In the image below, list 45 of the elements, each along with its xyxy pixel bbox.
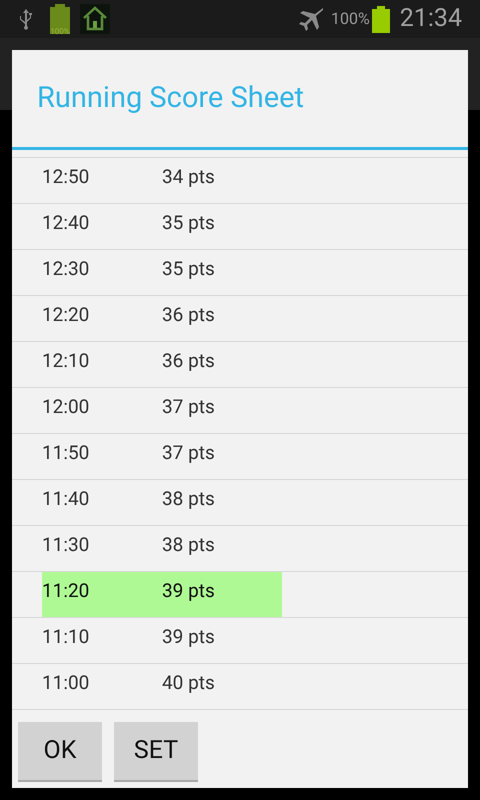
score-row[interactable]: 12:30 35 pts xyxy=(42,250,282,295)
dialog-button[interactable]: SET xyxy=(114,722,198,782)
score-text: 35 pts xyxy=(162,210,215,236)
time-text: 12:30 xyxy=(42,256,90,282)
battery-icon xyxy=(372,6,390,32)
home-icon xyxy=(80,4,110,34)
time-text: 11:00 xyxy=(42,670,90,696)
time-text: 11:50 xyxy=(42,440,90,466)
score-row[interactable]: 11:40 38 pts xyxy=(42,480,282,525)
score-row[interactable]: 12:20 36 pts xyxy=(42,296,282,341)
time-text: 11:40 xyxy=(42,486,90,512)
score-row[interactable]: 12:00 37 pts xyxy=(42,388,282,433)
score-text: 35 pts xyxy=(162,256,215,282)
score-row[interactable]: 11:00 40 pts xyxy=(42,664,282,709)
score-row[interactable]: 12:40 35 pts xyxy=(42,204,282,249)
score-row[interactable]: 12:50 34 pts xyxy=(42,158,282,203)
score-row[interactable]: 12:10 36 pts xyxy=(42,342,282,387)
clock-time: 21:34 xyxy=(400,3,462,36)
dialog-button[interactable]: OK xyxy=(18,722,102,782)
score-text: 36 pts xyxy=(162,348,215,374)
time-text: 12:00 xyxy=(42,394,90,420)
dialog-title: Running Score Sheet xyxy=(37,84,304,113)
score-row[interactable]: 11:50 37 pts xyxy=(42,434,282,479)
time-text: 12:40 xyxy=(42,210,90,236)
score-text: 36 pts xyxy=(162,302,215,328)
score-row[interactable]: 11:30 38 pts xyxy=(42,526,282,571)
usb-icon xyxy=(18,8,34,30)
score-text: 37 pts xyxy=(162,394,215,420)
battery-percent: 100% xyxy=(331,8,370,30)
time-text: 12:50 xyxy=(42,164,90,190)
score-text: 39 pts xyxy=(162,578,215,604)
time-text: 11:30 xyxy=(42,532,90,558)
selected-row[interactable]: 11:20 39 pts xyxy=(42,572,282,617)
score-text: 39 pts xyxy=(162,624,215,650)
score-text: 37 pts xyxy=(162,440,215,466)
time-text: 12:10 xyxy=(42,348,90,374)
score-text: 38 pts xyxy=(162,486,215,512)
time-text: 11:10 xyxy=(42,624,90,650)
time-text: 12:20 xyxy=(42,302,90,328)
score-row[interactable]: 11:10 39 pts xyxy=(42,618,282,663)
score-text: 40 pts xyxy=(162,670,215,696)
score-text: 34 pts xyxy=(162,164,215,190)
time-text: 11:20 xyxy=(42,578,90,604)
score-text: 38 pts xyxy=(162,532,215,558)
airplane-icon xyxy=(297,6,326,32)
